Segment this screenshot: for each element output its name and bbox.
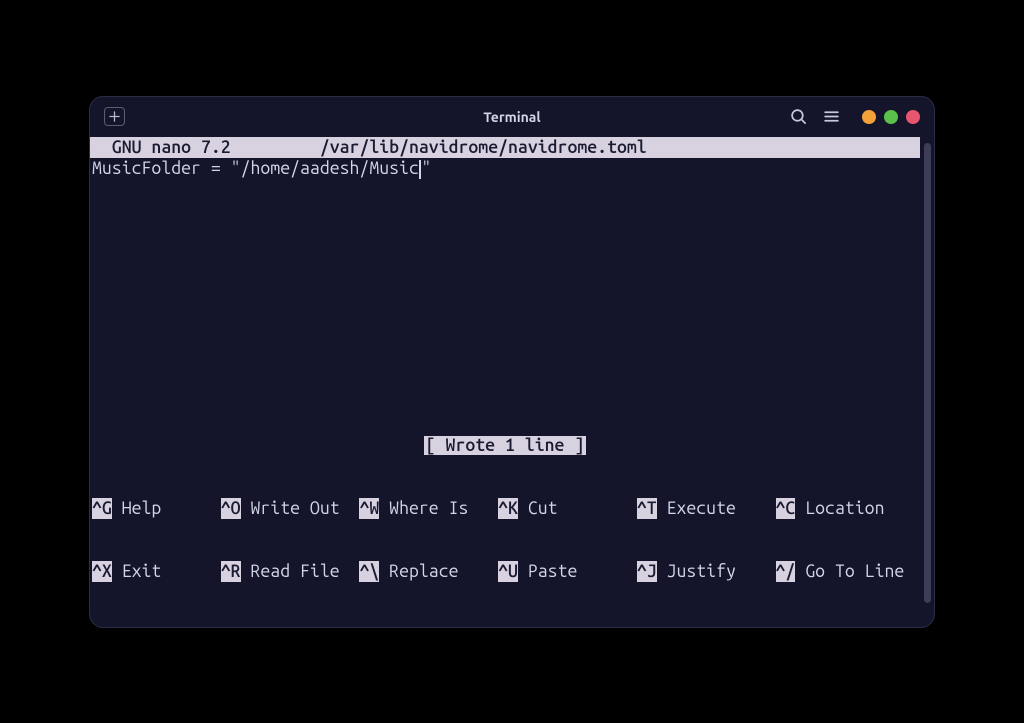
shortcut-label: Replace bbox=[379, 561, 498, 582]
shortcut-key: ^\ bbox=[359, 561, 379, 582]
scrollbar-thumb[interactable] bbox=[924, 143, 931, 603]
status-bar: [ Wrote 1 line ] bbox=[90, 435, 920, 456]
terminal-content[interactable]: GNU nano 7.2 /var/lib/navidrome/navidrom… bbox=[90, 137, 920, 627]
minimize-button[interactable] bbox=[862, 110, 876, 124]
window-controls bbox=[862, 110, 920, 124]
titlebar-right-controls bbox=[790, 108, 920, 125]
shortcut-label: Cut bbox=[518, 498, 637, 519]
shortcut-key: ^W bbox=[359, 498, 379, 519]
help-item: ^W Where Is bbox=[359, 498, 498, 519]
shortcut-label: Go To Line bbox=[795, 561, 904, 582]
nano-header: GNU nano 7.2 /var/lib/navidrome/navidrom… bbox=[90, 137, 920, 158]
help-item: ^R Read File bbox=[221, 561, 360, 582]
terminal-body: GNU nano 7.2 /var/lib/navidrome/navidrom… bbox=[90, 137, 934, 627]
cursor bbox=[419, 160, 422, 179]
shortcut-label: Location bbox=[795, 498, 884, 519]
editor-area[interactable]: MusicFolder = "/home/aadesh/Music" bbox=[90, 158, 920, 435]
help-item: ^J Justify bbox=[637, 561, 776, 582]
shortcut-label: Read File bbox=[241, 561, 360, 582]
shortcut-key: ^C bbox=[776, 498, 796, 519]
help-item: ^U Paste bbox=[498, 561, 637, 582]
shortcut-label: Execute bbox=[657, 498, 776, 519]
shortcut-key: ^/ bbox=[776, 561, 796, 582]
shortcut-key: ^J bbox=[637, 561, 657, 582]
close-button[interactable] bbox=[906, 110, 920, 124]
shortcut-key: ^O bbox=[221, 498, 241, 519]
help-row: ^X Exit ^R Read File ^\ Replace ^U Paste… bbox=[92, 561, 920, 582]
new-tab-button[interactable] bbox=[104, 107, 125, 126]
help-item: ^T Execute bbox=[637, 498, 776, 519]
editor-line: MusicFolder = "/home/aadesh/Music bbox=[92, 159, 419, 178]
maximize-button[interactable] bbox=[884, 110, 898, 124]
scrollbar[interactable] bbox=[920, 137, 934, 627]
help-item: ^O Write Out bbox=[221, 498, 360, 519]
help-item: ^C Location bbox=[776, 498, 885, 519]
shortcut-label: Exit bbox=[112, 561, 221, 582]
shortcut-key: ^G bbox=[92, 498, 112, 519]
shortcut-key: ^K bbox=[498, 498, 518, 519]
help-item: ^/ Go To Line bbox=[776, 561, 905, 582]
shortcut-label: Write Out bbox=[241, 498, 360, 519]
terminal-window: Terminal GNU nano 7.2 /var/lib/navidrome… bbox=[89, 96, 935, 628]
shortcut-key: ^X bbox=[92, 561, 112, 582]
help-item: ^G Help bbox=[92, 498, 221, 519]
shortcut-label: Where Is bbox=[379, 498, 498, 519]
help-item: ^X Exit bbox=[92, 561, 221, 582]
shortcut-key: ^U bbox=[498, 561, 518, 582]
shortcut-key: ^T bbox=[637, 498, 657, 519]
help-row: ^G Help ^O Write Out ^W Where Is ^K Cut … bbox=[92, 498, 920, 519]
help-rows: ^G Help ^O Write Out ^W Where Is ^K Cut … bbox=[90, 456, 920, 627]
shortcut-key: ^R bbox=[221, 561, 241, 582]
shortcut-label: Justify bbox=[657, 561, 776, 582]
search-icon[interactable] bbox=[790, 108, 807, 125]
shortcut-label: Paste bbox=[518, 561, 637, 582]
help-item: ^\ Replace bbox=[359, 561, 498, 582]
shortcut-label: Help bbox=[112, 498, 221, 519]
help-item: ^K Cut bbox=[498, 498, 637, 519]
hamburger-menu-icon[interactable] bbox=[823, 108, 840, 125]
titlebar: Terminal bbox=[90, 97, 934, 137]
